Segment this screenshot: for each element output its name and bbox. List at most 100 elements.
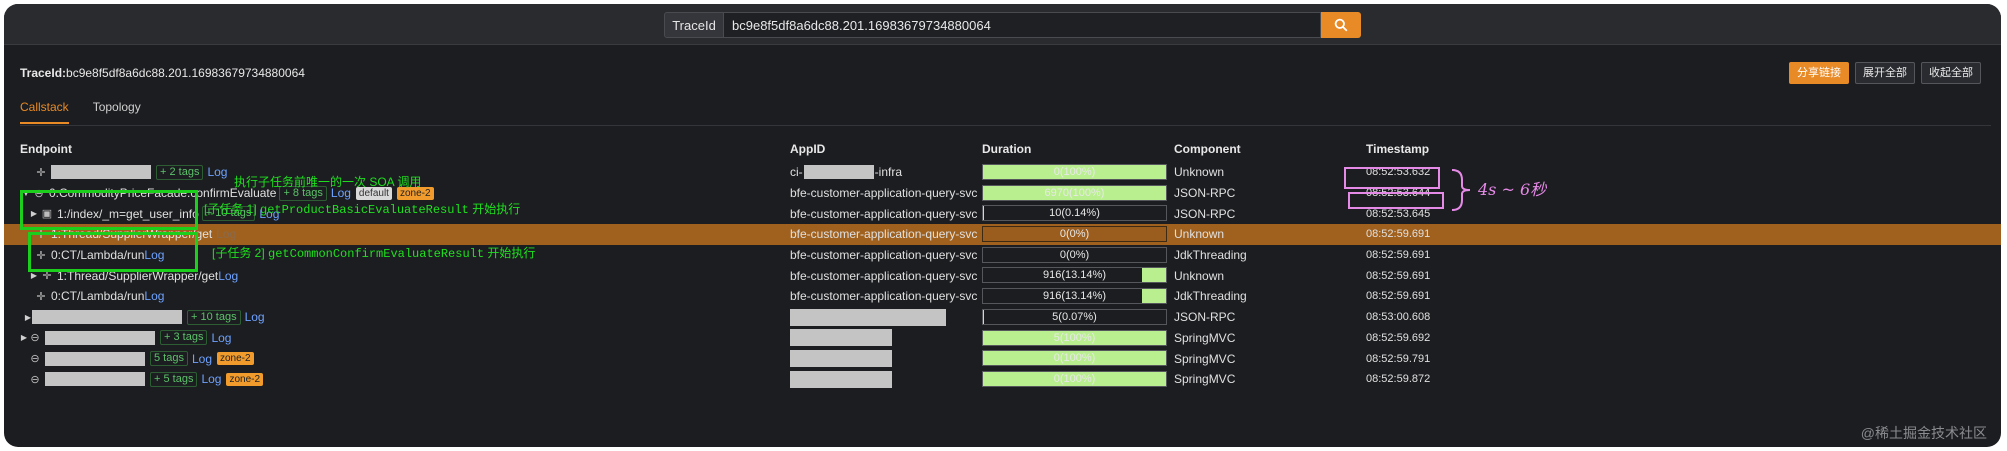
- tags-badge[interactable]: 5 tags: [150, 351, 188, 367]
- annotation-task1: [子任务 1] getProductBasicEvaluateResult 开始…: [204, 200, 520, 217]
- endpoint-cell: ▶ + 10 tags Log: [20, 307, 265, 328]
- highlight-box-ts-after: [1348, 192, 1444, 209]
- column-header-appid: AppID: [790, 142, 826, 156]
- duration-bar: 6970(100%): [982, 184, 1167, 201]
- table-row[interactable]: ▶ ⊖ + 3 tags Log 5(100%) SpringMVC 08:52…: [4, 328, 2001, 349]
- duration-text: 0(0%): [1059, 228, 1090, 241]
- task1-label: [子任务 1]: [204, 202, 257, 216]
- component-cell: SpringMVC: [1174, 330, 1236, 345]
- redacted-app: [790, 308, 946, 326]
- log-link[interactable]: Log: [192, 352, 212, 366]
- appid-cell: bfe-customer-application-query-svc: [790, 248, 978, 263]
- annotation-box-task2: [28, 232, 198, 272]
- duration-bar: 0(0%): [982, 226, 1167, 243]
- appid-cell: bfe-customer-application-query-svc: [790, 289, 978, 304]
- duration-text: 6970(100%): [1044, 186, 1105, 199]
- endpoint-cell: ✛ 0:CT/Lambda/run Log: [20, 286, 164, 307]
- expand-caret-icon[interactable]: ▶: [28, 271, 40, 280]
- table-row[interactable]: ⊖ + 5 tags Log zone-2 0(100%) SpringMVC …: [4, 369, 2001, 390]
- timestamp-cell: 08:52:59.691: [1366, 249, 1431, 262]
- table-row[interactable]: ▶ + 10 tags Log 5(0.07%) JSON-RPC 08:53:…: [4, 307, 2001, 328]
- tags-badge[interactable]: + 5 tags: [150, 371, 198, 387]
- timestamp-cell: 08:52:59.692: [1366, 331, 1431, 344]
- duration-text: 0(100%): [1053, 372, 1096, 385]
- duration-bar: 0(0%): [982, 246, 1167, 263]
- share-link-button[interactable]: 分享链接: [1789, 62, 1849, 84]
- component-cell: Unknown: [1174, 227, 1225, 242]
- duration-text: 5(0.07%): [1052, 310, 1097, 323]
- top-search-bar: TraceId: [4, 4, 2001, 45]
- duration-text: 0(0%): [1059, 248, 1090, 261]
- tags-badge[interactable]: + 2 tags: [156, 164, 204, 180]
- tags-badge[interactable]: + 3 tags: [160, 330, 208, 346]
- appid-cell: [790, 328, 892, 349]
- tab-topology[interactable]: Topology: [93, 100, 141, 124]
- endpoint-name: 0:CT/Lambda/run: [51, 289, 145, 304]
- tab-divider: [20, 125, 1991, 126]
- log-link[interactable]: Log: [201, 372, 221, 386]
- task1-method: getProductBasicEvaluateResult: [260, 203, 469, 217]
- expand-caret-icon[interactable]: ▶: [24, 313, 32, 322]
- task2-suffix: 开始执行: [487, 246, 536, 260]
- log-link[interactable]: Log: [144, 289, 164, 303]
- toolbar-actions: 分享链接 展开全部 收起全部: [1789, 62, 1981, 84]
- component-cell: JSON-RPC: [1174, 186, 1236, 201]
- component-cell: Unknown: [1174, 165, 1225, 180]
- component-cell: Unknown: [1174, 268, 1225, 283]
- appid-cell: [790, 369, 892, 390]
- app-suffix: -infra: [874, 165, 903, 180]
- appid-cell: bfe-customer-application-query-svc: [790, 186, 978, 201]
- timestamp-cell: 08:52:59.872: [1366, 373, 1431, 386]
- task2-label: [子任务 2]: [212, 246, 265, 260]
- span-icon: ✛: [36, 290, 46, 303]
- callstack-table: ✛ + 2 tags Log ci- -infra 0(100%) Unknown…: [4, 162, 2001, 390]
- log-link[interactable]: Log: [245, 310, 265, 324]
- table-row[interactable]: ▶ ✛ 1:Thread/SupplierWrapper/get Log bfe…: [4, 265, 2001, 286]
- annotation-box-task1: [20, 190, 198, 230]
- tags-badge[interactable]: + 10 tags: [187, 309, 241, 325]
- table-row-selected[interactable]: ✛ 1:Thread/SupplierWrapper/get Log bfe-c…: [4, 224, 2001, 245]
- redacted-app: [790, 350, 892, 368]
- redacted-app: [790, 329, 892, 347]
- trace-search: TraceId: [664, 12, 1361, 38]
- appid-cell: [790, 348, 892, 369]
- search-button[interactable]: [1321, 12, 1361, 38]
- table-row[interactable]: ✛ 0:CT/Lambda/run Log bfe-customer-appli…: [4, 286, 2001, 307]
- log-link[interactable]: Log: [218, 269, 238, 283]
- annotation-time-gap: 4s ~ 6秒: [1478, 180, 1547, 199]
- redacted-app: [803, 165, 874, 180]
- column-header-timestamp: Timestamp: [1366, 142, 1430, 156]
- timestamp-cell: 08:53:00.608: [1366, 311, 1431, 324]
- table-row[interactable]: ⊖ 5 tags Log zone-2 0(100%) SpringMVC 08…: [4, 348, 2001, 369]
- component-cell: SpringMVC: [1174, 372, 1236, 387]
- column-header-component: Component: [1174, 142, 1241, 156]
- log-link[interactable]: Log: [216, 227, 236, 241]
- duration-bar: 916(13.14%): [982, 288, 1167, 305]
- endpoint-cell: ✛ + 2 tags Log: [20, 162, 227, 183]
- annotation-soa-note: 执行子任务前唯一的一次 SOA 调用: [234, 175, 422, 189]
- component-cell: JdkThreading: [1174, 248, 1247, 263]
- duration-bar: 916(13.14%): [982, 267, 1167, 284]
- appid-cell: bfe-customer-application-query-svc: [790, 268, 978, 283]
- log-link[interactable]: Log: [211, 331, 231, 345]
- appid-cell: bfe-customer-application-query-svc: [790, 227, 978, 242]
- timestamp-cell: 08:52:59.691: [1366, 290, 1431, 303]
- watermark: @稀土掘金技术社区: [1860, 425, 1987, 441]
- log-link[interactable]: Log: [207, 165, 227, 179]
- column-header-duration: Duration: [982, 142, 1032, 156]
- task2-method: getCommonConfirmEvaluateResult: [268, 247, 485, 261]
- trace-id-value: bc9e8f5df8a6dc88.201.16983679734880064: [66, 66, 305, 80]
- redacted-endpoint: [45, 330, 155, 345]
- collapse-all-button[interactable]: 收起全部: [1921, 62, 1981, 84]
- trace-id-input[interactable]: [724, 12, 1321, 38]
- redacted-endpoint: [51, 165, 151, 180]
- annotation-task2: [子任务 2] getCommonConfirmEvaluateResult 开…: [212, 244, 535, 261]
- duration-text: 916(13.14%): [1043, 269, 1106, 282]
- component-cell: JdkThreading: [1174, 289, 1247, 304]
- tab-callstack[interactable]: Callstack: [20, 100, 69, 124]
- component-cell: JSON-RPC: [1174, 310, 1236, 325]
- trace-viewer-window: TraceId TraceId:bc9e8f5df8a6dc88.201.169…: [4, 4, 2001, 447]
- expand-all-button[interactable]: 展开全部: [1855, 62, 1915, 84]
- expand-caret-icon[interactable]: ▶: [20, 333, 28, 342]
- trace-id-label: TraceId:: [20, 66, 67, 80]
